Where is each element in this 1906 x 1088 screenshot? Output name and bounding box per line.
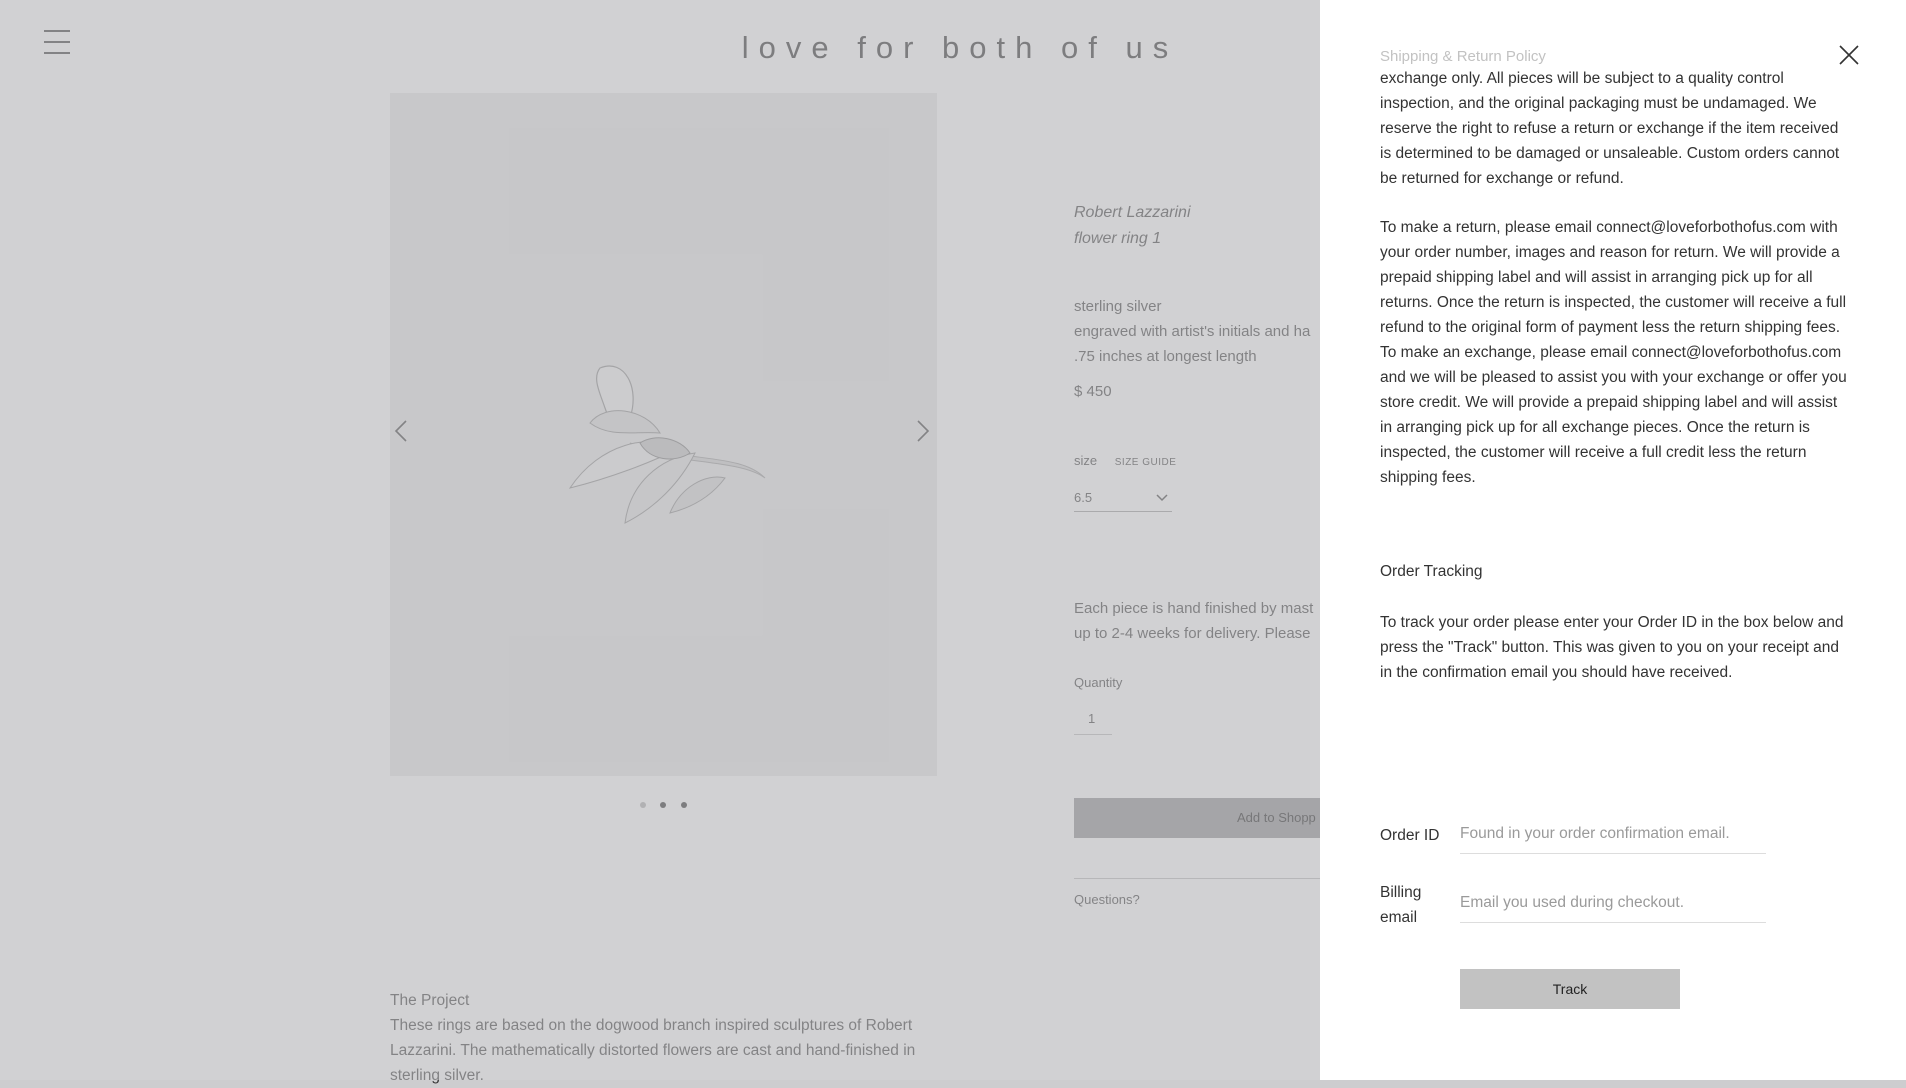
policy-heading: Shipping & Return Policy <box>1380 48 1546 65</box>
divider <box>1074 878 1324 879</box>
size-label: size <box>1074 453 1098 468</box>
add-to-bag-button[interactable]: Add to Shopp <box>1074 798 1324 838</box>
product-material: sterling silver <box>1074 298 1162 315</box>
size-select[interactable]: 6.5 <box>1074 490 1172 512</box>
gallery-pagination <box>640 795 697 813</box>
close-icon[interactable] <box>1838 44 1860 66</box>
size-value: 6.5 <box>1074 490 1093 505</box>
finish-note: Each piece is hand finished by mast up t… <box>1074 596 1324 646</box>
order-tracking-heading: Order Tracking <box>1380 563 1483 580</box>
quantity-input[interactable]: 1 <box>1074 707 1112 735</box>
size-row: size SIZE GUIDE <box>1074 453 1176 468</box>
product-title: flower ring 1 <box>1074 230 1162 247</box>
project-text: These rings are based on the dogwood bra… <box>390 1017 916 1084</box>
policy-paragraph-1: exchange only. All pieces will be subjec… <box>1380 70 1840 187</box>
order-tracking-text: To track your order please enter your Or… <box>1380 614 1844 681</box>
chevron-right-icon[interactable] <box>916 420 936 444</box>
gallery-dot-3[interactable] <box>680 802 687 808</box>
shipping-drawer: Shipping & Return Policy exchange only. … <box>1320 0 1906 1080</box>
product-price: $ 450 <box>1074 383 1112 400</box>
product-dimension: .75 inches at longest length <box>1074 348 1257 365</box>
product-artist: Robert Lazzarini <box>1074 204 1191 221</box>
billing-email-input[interactable] <box>1460 894 1766 923</box>
order-id-input[interactable] <box>1460 825 1766 854</box>
product-image <box>390 93 937 776</box>
chevron-left-icon[interactable] <box>394 420 414 444</box>
policy-text: exchange only. All pieces will be subjec… <box>1380 66 1850 514</box>
billing-label-line-2: email <box>1380 909 1418 926</box>
billing-label-line-1: Billing <box>1380 884 1422 901</box>
chevron-down-icon <box>1156 490 1168 505</box>
size-guide-link[interactable]: SIZE GUIDE <box>1115 457 1177 468</box>
project-heading: The Project <box>390 992 470 1009</box>
hamburger-menu-icon[interactable] <box>44 30 70 58</box>
gallery-dot-1[interactable] <box>640 802 646 808</box>
ring-illustration <box>568 365 766 524</box>
product-engraving: engraved with artist's initials and ha <box>1074 323 1311 340</box>
questions-link[interactable]: Questions? <box>1074 892 1140 907</box>
billing-email-label: Billing email <box>1380 880 1421 930</box>
track-button[interactable]: Track <box>1460 969 1680 1009</box>
finish-note-line-1: Each piece is hand finished by mast <box>1074 600 1314 617</box>
finish-note-line-2: up to 2-4 weeks for delivery. Please <box>1074 625 1311 642</box>
gallery-dot-2[interactable] <box>660 802 667 808</box>
site-logo[interactable]: love for both of us <box>700 30 1220 66</box>
product-info: Robert Lazzarini flower ring 1 sterling … <box>1074 200 1324 907</box>
order-id-label: Order ID <box>1380 827 1440 844</box>
quantity-label: Quantity <box>1074 675 1123 690</box>
project-section: The Project These rings are based on the… <box>390 988 950 1088</box>
policy-paragraph-2: To make a return, please email connect@l… <box>1380 219 1847 486</box>
